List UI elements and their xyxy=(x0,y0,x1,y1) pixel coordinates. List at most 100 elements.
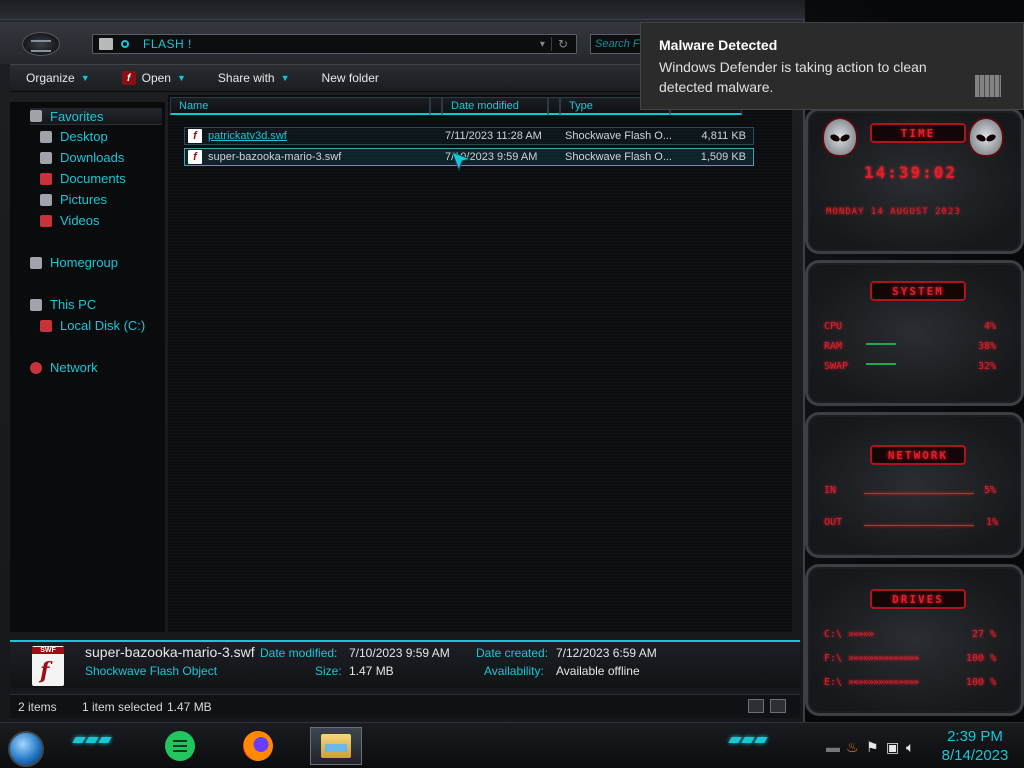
java-update-icon[interactable]: ♨ xyxy=(846,739,859,756)
desktop-icon xyxy=(40,130,52,143)
network-out-graph xyxy=(864,525,974,526)
nav-local-disk-label: Local Disk (C:) xyxy=(60,318,146,333)
chevron-down-icon: ▼ xyxy=(80,73,90,83)
desktop: FLASH ! ▾ ↻ Search FLASH ! Organize▼ fOp… xyxy=(0,0,1024,768)
nav-homegroup[interactable]: Homegroup xyxy=(30,255,118,270)
swf-file-large-icon: SWF f xyxy=(32,646,64,686)
start-orb-button[interactable] xyxy=(8,731,44,767)
status-item-count: 2 items xyxy=(18,700,57,714)
file-name-cell: f super-bazooka-mario-3.swf xyxy=(185,150,435,164)
tray-overflow-icon[interactable]: ▬ xyxy=(826,739,840,755)
taskbar-file-explorer-button[interactable] xyxy=(310,727,362,765)
large-icons-view-button[interactable] xyxy=(770,699,786,713)
column-date-modified[interactable]: Date modified xyxy=(442,97,548,115)
drive-icon xyxy=(40,319,52,332)
taskbar-decoration xyxy=(728,737,768,743)
taskbar-notes-app-button[interactable] xyxy=(160,727,200,765)
address-bar[interactable]: FLASH ! ▾ ↻ xyxy=(92,34,577,54)
nav-network[interactable]: Network xyxy=(30,360,98,375)
ram-value: 38% xyxy=(978,341,997,352)
file-type: Shockwave Flash O... xyxy=(565,151,672,163)
file-list: Name Date modified Type Size fpatrickatv… xyxy=(168,95,792,632)
new-folder-label: New folder xyxy=(321,71,379,85)
title-bar[interactable] xyxy=(0,0,805,20)
column-name[interactable]: Name xyxy=(170,97,430,115)
nav-local-disk[interactable]: Local Disk (C:) xyxy=(40,318,145,333)
volume-icon[interactable]: 🔈︎ xyxy=(906,739,914,756)
nav-pictures[interactable]: Pictures xyxy=(40,192,107,207)
documents-icon xyxy=(40,172,52,185)
navigation-pane: Favorites Desktop Downloads Documents Pi… xyxy=(10,102,165,632)
status-selected: 1 item selected xyxy=(82,700,163,714)
nav-downloads[interactable]: Downloads xyxy=(40,150,124,165)
drive-f-label: F:\ xyxy=(824,653,843,664)
taskbar-firefox-button[interactable] xyxy=(238,727,278,765)
ram-graph-line xyxy=(866,343,896,345)
network-in-graph xyxy=(864,493,974,494)
refresh-icon[interactable]: ↻ xyxy=(550,37,576,51)
details-filetype: Shockwave Flash Object xyxy=(85,664,218,678)
share-with-button[interactable]: Share with ▼ xyxy=(202,71,306,85)
organize-button[interactable]: Organize ▼ xyxy=(10,71,106,85)
network-gadget[interactable]: NETWORK IN 5% OUT 1% xyxy=(805,412,1024,558)
nav-downloads-label: Downloads xyxy=(60,150,125,165)
nav-documents[interactable]: Documents xyxy=(40,171,126,186)
file-row[interactable]: f patrickatv3d.swf 7/11/2023 11:28 AM Sho… xyxy=(184,127,754,145)
nav-videos-label: Videos xyxy=(60,213,100,228)
nav-videos[interactable]: Videos xyxy=(40,213,100,228)
drive-c-label: C:\ xyxy=(824,629,843,640)
file-name: super-bazooka-mario-3.swf xyxy=(208,151,342,163)
file-size: 1,509 KB xyxy=(700,151,746,163)
action-center-flag-icon[interactable]: ⚑ xyxy=(866,739,879,756)
chevron-down-icon[interactable]: ▾ xyxy=(540,39,551,50)
file-name-cell: f patrickatv3d.swf xyxy=(185,129,435,143)
toast-title: Malware Detected xyxy=(659,37,778,53)
details-view-button[interactable] xyxy=(748,699,764,713)
time-title: TIME xyxy=(870,123,966,143)
drive-e-bar: »»»»»»»»»»»»»» xyxy=(848,677,919,688)
nav-this-pc[interactable]: This PC xyxy=(30,297,96,312)
chevron-down-icon: ▼ xyxy=(280,73,290,83)
file-size: 4,811 KB xyxy=(701,130,746,142)
taskbar: ▬ ♨ ⚑ ▣ 🔈︎ 2:39 PM 8/14/2023 xyxy=(0,722,1024,768)
swap-label: SWAP xyxy=(824,361,849,372)
drive-c-bar: »»»»» xyxy=(848,629,874,640)
nav-desktop[interactable]: Desktop xyxy=(40,129,108,144)
organize-label: Organize xyxy=(26,71,75,85)
location-icon xyxy=(121,40,129,48)
column-divider xyxy=(430,97,442,115)
open-button[interactable]: f Open ▼ xyxy=(106,71,202,85)
nav-favorites-label: Favorites xyxy=(50,108,104,124)
back-forward-orb-button[interactable] xyxy=(22,32,60,56)
file-name: patrickatv3d.swf xyxy=(208,130,287,142)
nav-favorites[interactable]: Favorites xyxy=(30,108,162,125)
time-value: 14:39:02 xyxy=(864,163,958,182)
new-folder-button[interactable]: New folder xyxy=(306,71,395,85)
details-date-modified-label: Date modified: xyxy=(260,646,338,660)
drive-f-bar: »»»»»»»»»»»»»» xyxy=(848,653,919,664)
folder-icon xyxy=(321,734,351,758)
time-gadget[interactable]: TIME 14:39:02 MONDAY 14 AUGUST 2023 xyxy=(805,108,1024,254)
details-size-label: Size: xyxy=(315,664,342,678)
details-availability: Available offline xyxy=(556,664,640,678)
downloads-icon xyxy=(40,151,52,164)
network-in-label: IN xyxy=(824,485,837,496)
computer-icon xyxy=(30,298,42,311)
open-label: Open xyxy=(141,71,171,85)
drive-e-label: E:\ xyxy=(824,677,843,688)
cpu-value: 4% xyxy=(984,321,997,332)
system-gadget[interactable]: SYSTEM CPU 4% RAM 38% SWAP 32% xyxy=(805,260,1024,406)
nav-network-label: Network xyxy=(50,360,98,375)
swf-file-icon: f xyxy=(188,129,202,143)
nav-pictures-label: Pictures xyxy=(60,192,107,207)
network-tray-icon[interactable]: ▣ xyxy=(886,739,899,756)
drives-gadget[interactable]: DRIVES C:\ »»»»» 27 % F:\ »»»»»»»»»»»»»»… xyxy=(805,564,1024,716)
firefox-icon xyxy=(243,731,273,761)
details-pane: SWF f super-bazooka-mario-3.swf Shockwav… xyxy=(10,640,800,688)
nav-documents-label: Documents xyxy=(60,171,126,186)
taskbar-clock[interactable]: 2:39 PM 8/14/2023 xyxy=(930,727,1020,765)
nav-homegroup-label: Homegroup xyxy=(50,255,118,270)
videos-icon xyxy=(40,214,52,227)
malware-notification-toast[interactable]: Malware Detected Windows Defender is tak… xyxy=(640,22,1024,110)
defender-shield-icon xyxy=(975,75,1001,97)
